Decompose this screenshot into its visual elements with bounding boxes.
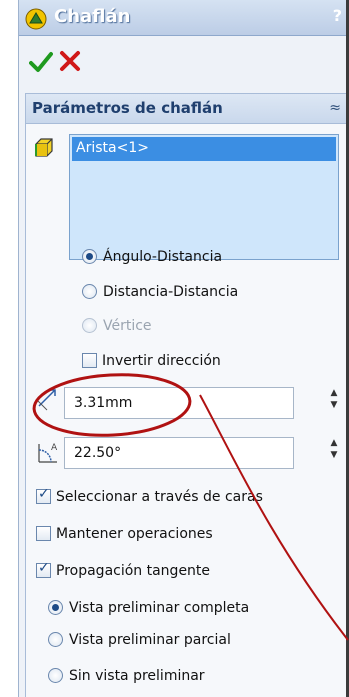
help-button[interactable]: ? [333, 6, 342, 25]
checkbox[interactable] [36, 560, 51, 578]
radio-label: Vértice [103, 318, 152, 334]
radio-button[interactable] [48, 600, 63, 615]
radio-label: Ángulo-Distancia [103, 249, 223, 265]
svg-text:A: A [51, 443, 58, 453]
radio-label: Vista preliminar completa [69, 600, 250, 616]
selected-entities-list[interactable]: Arista<1> [69, 134, 339, 260]
radio-button[interactable] [82, 249, 97, 264]
property-manager-panel: Chaflán ? Parámetros de chaflán ≈ Arista… [18, 0, 349, 697]
cancel-x-icon[interactable] [59, 50, 81, 72]
checkbox-reverse-direction[interactable]: Invertir dirección [82, 353, 221, 369]
list-item[interactable]: Arista<1> [72, 137, 336, 161]
checkbox[interactable] [82, 353, 97, 368]
radio-button [82, 318, 97, 333]
checkbox-tangent-propagation[interactable]: Propagación tangente [36, 560, 211, 579]
checkbox[interactable] [36, 486, 51, 504]
checkbox-select-through-faces[interactable]: Seleccionar a través de caras [36, 486, 263, 505]
checkbox-label: Invertir dirección [102, 353, 221, 369]
radio-label: Vista preliminar parcial [69, 632, 231, 648]
distance-icon [36, 389, 56, 411]
chamfer-parameters-group: Parámetros de chaflán ≈ Arista<1> Ángulo… [25, 93, 349, 697]
radio-button[interactable] [48, 632, 63, 647]
radio-label: Distancia-Distancia [103, 284, 239, 300]
radio-no-preview[interactable]: Sin vista preliminar [48, 668, 205, 684]
checkbox[interactable] [36, 526, 51, 541]
collapse-chevron-icon[interactable]: ≈ [329, 100, 341, 116]
radio-distance-distance[interactable]: Distancia-Distancia [82, 284, 238, 300]
angle-input[interactable]: 22.50° [64, 437, 294, 469]
angle-icon: A [38, 443, 58, 463]
group-header[interactable]: Parámetros de chaflán ≈ [26, 94, 349, 124]
radio-full-preview[interactable]: Vista preliminar completa [48, 600, 249, 616]
angle-spinner[interactable]: ▲ ▼ [326, 437, 342, 469]
edge-selection-icon [35, 138, 53, 157]
checkbox-label: Mantener operaciones [56, 526, 213, 542]
ok-check-icon[interactable] [29, 50, 53, 74]
distance-spinner[interactable]: ▲ ▼ [326, 387, 342, 419]
radio-vertex: Vértice [82, 318, 152, 334]
radio-label: Sin vista preliminar [69, 668, 205, 684]
window-title: Chaflán [54, 6, 131, 27]
radio-partial-preview[interactable]: Vista preliminar parcial [48, 632, 231, 648]
checkbox-label: Propagación tangente [56, 563, 211, 579]
radio-button[interactable] [82, 284, 97, 299]
checkbox-label: Seleccionar a través de caras [56, 489, 263, 505]
title-bar: Chaflán ? [19, 0, 349, 36]
radio-angle-distance[interactable]: Ángulo-Distancia [82, 249, 222, 265]
radio-button[interactable] [48, 668, 63, 683]
group-title: Parámetros de chaflán [32, 99, 223, 117]
distance-input[interactable]: 3.31mm [64, 387, 294, 419]
chamfer-feature-icon [25, 8, 47, 30]
checkbox-keep-features[interactable]: Mantener operaciones [36, 526, 213, 542]
